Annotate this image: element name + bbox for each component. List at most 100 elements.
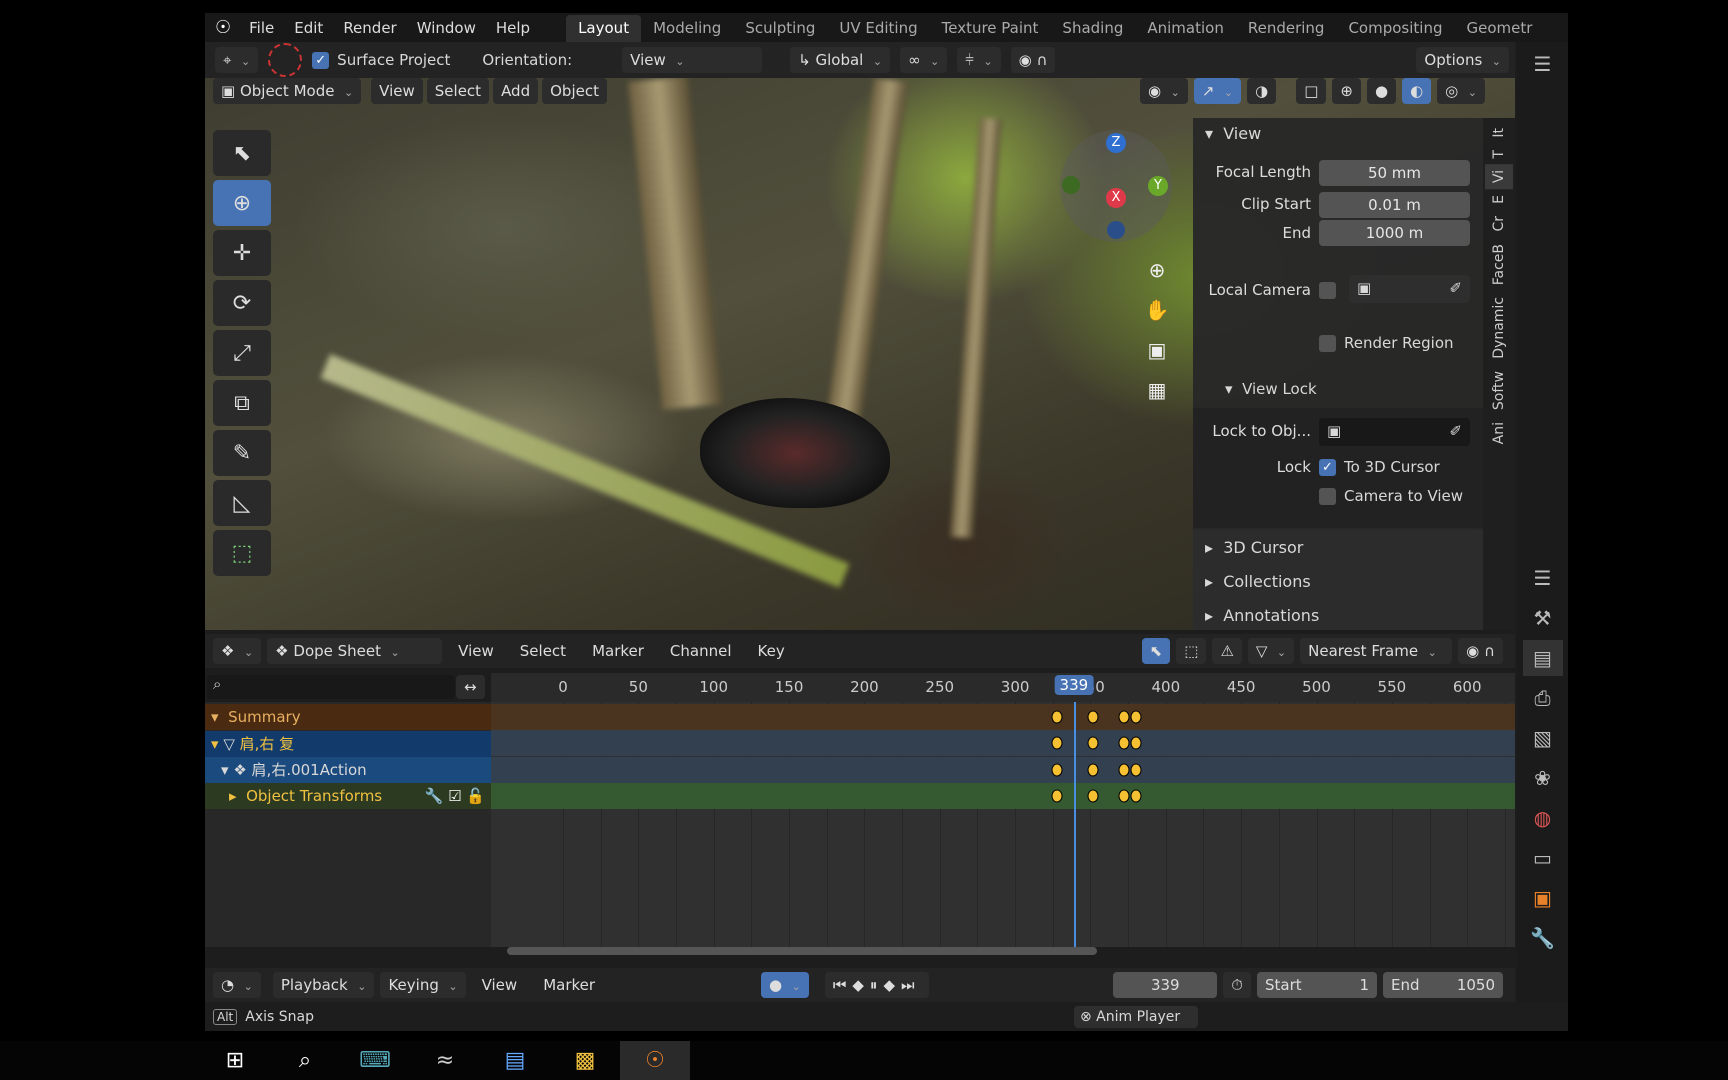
rotate-icon[interactable]: ⟳ (213, 280, 271, 326)
material-shading-icon[interactable]: ◐ (1402, 78, 1432, 104)
view-layer-icon[interactable]: ▧ (1523, 720, 1563, 756)
tool-properties-icon[interactable]: ⚒ (1523, 600, 1563, 636)
collection-properties-icon[interactable]: ▭ (1523, 840, 1563, 876)
frame-ruler[interactable]: 050100150200250300350400450500550600339 (491, 673, 1515, 702)
tab-softw[interactable]: Softw (1485, 365, 1513, 416)
keyframe[interactable] (1051, 710, 1063, 724)
keyframe[interactable] (1087, 736, 1099, 750)
playhead-frame-indicator[interactable]: 339 (1054, 675, 1094, 695)
tab-rendering[interactable]: Rendering (1236, 15, 1337, 42)
editor-type-dropdown[interactable]: ❖ (213, 638, 262, 664)
pivot-icon[interactable]: ∞ (900, 47, 948, 73)
pan-hand-icon[interactable]: ✋ (1137, 292, 1177, 328)
panel-3d-cursor[interactable]: ▸ 3D Cursor (1193, 530, 1483, 564)
gizmo-y[interactable]: Y (1148, 176, 1168, 196)
remote-desktop-icon[interactable]: ⌨ (340, 1041, 410, 1080)
local-camera-field[interactable]: ▣ ✐ (1349, 275, 1470, 303)
ds-menu-channel[interactable]: Channel (660, 642, 742, 660)
filter-icon[interactable]: ▽ (1247, 638, 1295, 664)
wrench-icon[interactable]: 🔧 (425, 787, 444, 805)
lock-to-object-field[interactable]: ▣ ✐ (1319, 418, 1470, 446)
panel-annotations[interactable]: ▸ Annotations (1193, 598, 1483, 632)
modifier-properties-icon[interactable]: 🔧 (1523, 920, 1563, 956)
ds-menu-select[interactable]: Select (510, 642, 576, 660)
mute-checkbox-icon[interactable]: ☑ (448, 787, 461, 805)
transform-orientation-dropdown[interactable]: ↳ Global (790, 47, 891, 73)
select-box-icon[interactable]: ⬉ (213, 130, 271, 176)
show-hidden-icon[interactable]: ⬚ (1176, 638, 1207, 664)
scale-icon[interactable]: ⤢ (213, 330, 271, 376)
object-properties-icon[interactable]: ▣ (1523, 880, 1563, 916)
move-icon[interactable]: ✛ (213, 230, 271, 276)
clip-start-field[interactable]: 0.01 m (1319, 192, 1470, 218)
keyframe[interactable] (1118, 763, 1130, 777)
ds-menu-marker[interactable]: Marker (582, 642, 654, 660)
surface-project-checkbox[interactable]: ✓ Surface Project (312, 51, 450, 69)
mode-dropdown[interactable]: ▣ Object Mode (213, 78, 362, 104)
menu-edit[interactable]: Edit (284, 19, 333, 37)
camera-view-icon[interactable]: ▣ (1137, 332, 1177, 368)
editor-type-icon[interactable]: ☰ (1523, 560, 1563, 596)
solid-shading-icon[interactable]: ● (1366, 78, 1397, 104)
proportional-icon[interactable]: ◉ ∩ (1458, 638, 1503, 664)
preview-range-icon[interactable]: ⏱ (1223, 972, 1251, 998)
wireframe-shading-icon[interactable]: ⊕ (1332, 78, 1361, 104)
outliner-icon[interactable]: ☰ (1523, 46, 1563, 82)
only-errors-icon[interactable]: ⚠ (1212, 638, 1242, 664)
prev-keyframe-icon[interactable]: ◆ (852, 976, 870, 994)
world-properties-icon[interactable]: ◍ (1523, 800, 1563, 836)
tab-geometry[interactable]: Geometr (1454, 15, 1544, 42)
lock-icon[interactable]: 🔓 (466, 787, 485, 805)
menu-help[interactable]: Help (486, 19, 540, 37)
keyframe-area[interactable] (491, 702, 1515, 947)
tab-animation[interactable]: Animation (1135, 15, 1235, 42)
annotate-icon[interactable]: ✎ (213, 430, 271, 476)
tab-sculpting[interactable]: Sculpting (733, 15, 827, 42)
dopesheet-mode-dropdown[interactable]: ❖ Dope Sheet (267, 638, 443, 664)
to-3d-cursor-checkbox[interactable]: ✓ To 3D Cursor (1319, 458, 1440, 476)
tab-view[interactable]: Vi (1485, 164, 1513, 190)
ds-menu-view[interactable]: View (448, 642, 504, 660)
keyframe[interactable] (1130, 736, 1142, 750)
keyframe[interactable] (1130, 789, 1142, 803)
tl-menu-view[interactable]: View (472, 976, 528, 994)
local-camera-checkbox[interactable] (1319, 282, 1336, 299)
eyedropper-icon[interactable]: ✐ (1449, 279, 1462, 297)
end-frame-field[interactable]: End 1050 (1383, 972, 1503, 998)
snap-mode-dropdown[interactable]: Nearest Frame (1300, 638, 1453, 664)
xray-icon[interactable]: □ (1296, 78, 1327, 104)
keyframe[interactable] (1051, 763, 1063, 777)
view-panel-header[interactable]: ▾ View (1205, 124, 1261, 143)
only-selected-icon[interactable]: ⬉ (1141, 638, 1171, 664)
transform-icon[interactable]: ⧉ (213, 380, 271, 426)
ds-menu-key[interactable]: Key (748, 642, 795, 660)
output-properties-icon[interactable]: ⎙ (1523, 680, 1563, 716)
channel-object[interactable]: ▾ ▽ 肩,右 复 (205, 731, 491, 757)
tab-cr[interactable]: Cr (1485, 210, 1513, 238)
cursor-icon[interactable]: ⊕ (213, 180, 271, 226)
keyframe[interactable] (1118, 736, 1130, 750)
keyframe[interactable] (1118, 710, 1130, 724)
add-cube-icon[interactable]: ⬚ (213, 530, 271, 576)
tab-uv-editing[interactable]: UV Editing (827, 15, 929, 42)
snap-icon[interactable]: ⫩ (957, 47, 1001, 73)
tl-menu-marker[interactable]: Marker (533, 976, 605, 994)
measure-icon[interactable]: ◺ (213, 480, 271, 526)
keyframe[interactable] (1130, 763, 1142, 777)
3d-object[interactable] (700, 398, 890, 508)
tab-item[interactable]: It (1485, 122, 1513, 144)
keyframe[interactable] (1087, 763, 1099, 777)
orientation-dropdown[interactable]: View (622, 47, 763, 73)
proportional-edit-icon[interactable]: ◉ ∩ (1010, 47, 1056, 73)
keyframe[interactable] (1051, 736, 1063, 750)
tab-e[interactable]: E (1485, 189, 1513, 210)
windows-start-icon[interactable]: ⊞ (200, 1041, 270, 1080)
panel-collections[interactable]: ▸ Collections (1193, 564, 1483, 598)
tab-tool[interactable]: T (1485, 144, 1513, 165)
tool-settings-icon[interactable]: ⌖ (215, 47, 259, 73)
channel-action[interactable]: ▾ ❖ 肩,右.001Action (205, 757, 491, 783)
navigation-gizmo[interactable]: Z X Y (1060, 130, 1172, 242)
tab-ani[interactable]: Ani (1485, 416, 1513, 450)
channel-summary[interactable]: ▾ Summary (205, 704, 491, 730)
blender-taskbar-icon[interactable]: ☉ (620, 1041, 690, 1080)
